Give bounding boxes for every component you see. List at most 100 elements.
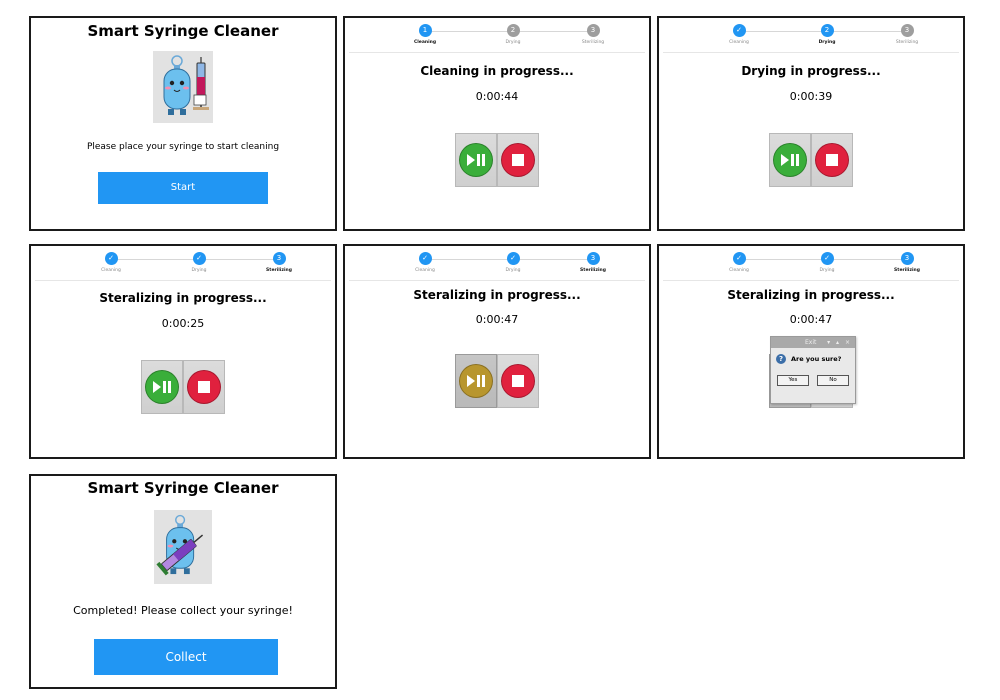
step-drying: ✓ Drying [483, 252, 543, 273]
mascot-with-syringe-icon [154, 510, 212, 584]
stop-icon [501, 364, 535, 398]
play-pause-button[interactable] [455, 354, 497, 408]
timer: 0:00:44 [475, 90, 519, 103]
timer: 0:00:47 [475, 313, 519, 326]
progress-screen: 1 Cleaning 2 Drying 3 Sterilizing Cleaning in … [343, 16, 651, 231]
step-drying: 2 Drying [797, 24, 857, 45]
step-sterilizing: 3 Sterilizing [877, 24, 937, 45]
play-pause-icon [773, 143, 807, 177]
stop-button[interactable] [811, 133, 853, 187]
step-number: 2 [506, 24, 520, 37]
step-number: 3 [900, 24, 914, 37]
status-text: Steralizing in progress... [99, 291, 267, 305]
collect-button[interactable]: Collect [94, 639, 278, 675]
step-label: Cleaning [413, 40, 437, 45]
control-buttons [455, 133, 539, 187]
start-instruction: Please place your syringe to start clean… [86, 142, 280, 152]
app-title: Smart Syringe Cleaner [87, 479, 279, 497]
timer: 0:00:25 [161, 317, 205, 330]
dialog-body: ? Are you sure? [771, 348, 855, 372]
step-label: Sterilizing [580, 268, 606, 273]
step-number: 3 [586, 24, 600, 37]
progress-screen: ✓ Cleaning ✓ Drying 3 Sterilizing Steralizing … [29, 244, 337, 459]
stepper: ✓ Cleaning ✓ Drying 3 Sterilizing [349, 250, 645, 281]
step-sterilizing: 3 Sterilizing [563, 24, 623, 45]
step-label: Sterilizing [581, 40, 605, 45]
step-cleaning: ✓ Cleaning [709, 24, 769, 45]
step-sterilizing: 3 Sterilizing [249, 252, 309, 273]
step-cleaning: ✓ Cleaning [395, 252, 455, 273]
window-controls[interactable]: ▾ ▴ × [827, 337, 852, 348]
question-icon: ? [776, 354, 786, 364]
step-label: Cleaning [101, 268, 121, 273]
check-icon: ✓ [418, 252, 432, 265]
progress-screen: ✓ Cleaning 2 Drying 3 Sterilizing Drying in pr… [657, 16, 965, 231]
mascot-holding-syringe-icon [153, 51, 213, 123]
step-label: Drying [819, 268, 835, 273]
step-cleaning: ✓ Cleaning [81, 252, 141, 273]
step-label: Sterilizing [895, 40, 919, 45]
play-pause-button[interactable] [769, 133, 811, 187]
step-label: Cleaning [415, 268, 435, 273]
status-text: Steralizing in progress... [727, 288, 895, 302]
control-buttons [769, 133, 853, 187]
step-number: 3 [900, 252, 914, 265]
play-pause-button[interactable] [455, 133, 497, 187]
app-title: Smart Syringe Cleaner [87, 22, 279, 40]
step-label: Drying [818, 40, 836, 45]
step-label: Drying [191, 268, 207, 273]
stop-icon [815, 143, 849, 177]
step-drying: 2 Drying [483, 24, 543, 45]
step-cleaning: ✓ Cleaning [709, 252, 769, 273]
check-icon: ✓ [820, 252, 834, 265]
stop-button[interactable] [497, 354, 539, 408]
stepper: ✓ Cleaning ✓ Drying 3 Sterilizing [663, 250, 959, 281]
timer: 0:00:39 [789, 90, 833, 103]
play-pause-icon [459, 143, 493, 177]
step-label: Sterilizing [894, 268, 920, 273]
play-pause-button[interactable] [141, 360, 183, 414]
step-sterilizing: 3 Sterilizing [877, 252, 937, 273]
stop-icon [501, 143, 535, 177]
timer: 0:00:47 [789, 313, 833, 326]
step-label: Drying [505, 268, 521, 273]
step-label: Sterilizing [266, 268, 292, 273]
step-number: 1 [418, 24, 432, 37]
check-icon: ✓ [506, 252, 520, 265]
step-number: 3 [272, 252, 286, 265]
control-buttons [141, 360, 225, 414]
check-icon: ✓ [192, 252, 206, 265]
status-text: Drying in progress... [741, 64, 881, 78]
step-label: Cleaning [729, 268, 749, 273]
progress-screen: ✓ Cleaning ✓ Drying 3 Sterilizing Steralizing … [657, 244, 965, 459]
stop-button[interactable] [183, 360, 225, 414]
start-button[interactable]: Start [98, 172, 268, 204]
complete-screen: Smart Syringe Cleaner Completed! Please … [29, 474, 337, 689]
check-icon: ✓ [732, 24, 746, 37]
step-sterilizing: 3 Sterilizing [563, 252, 623, 273]
step-number: 3 [586, 252, 600, 265]
stepper: ✓ Cleaning 2 Drying 3 Sterilizing [663, 22, 959, 53]
check-icon: ✓ [732, 252, 746, 265]
step-label: Cleaning [729, 40, 749, 45]
complete-message: Completed! Please collect your syringe! [73, 604, 293, 617]
dialog-question: Are you sure? [791, 355, 842, 363]
dialog-titlebar[interactable]: Exit ▾ ▴ × [771, 337, 855, 348]
start-screen: Smart Syringe Cleaner Please place your … [29, 16, 337, 231]
step-cleaning: 1 Cleaning [395, 24, 455, 45]
yes-button[interactable]: Yes [777, 375, 809, 386]
play-pause-icon [145, 370, 179, 404]
stop-button[interactable] [497, 133, 539, 187]
step-drying: ✓ Drying [797, 252, 857, 273]
stepper: 1 Cleaning 2 Drying 3 Sterilizing [349, 22, 645, 53]
dialog-title: Exit [805, 339, 817, 346]
stepper: ✓ Cleaning ✓ Drying 3 Sterilizing [35, 250, 331, 281]
stop-icon [187, 370, 221, 404]
no-button[interactable]: No [817, 375, 849, 386]
step-drying: ✓ Drying [169, 252, 229, 273]
check-icon: ✓ [104, 252, 118, 265]
control-buttons [455, 354, 539, 408]
status-text: Cleaning in progress... [420, 64, 574, 78]
step-number: 2 [820, 24, 834, 37]
step-label: Drying [505, 40, 521, 45]
